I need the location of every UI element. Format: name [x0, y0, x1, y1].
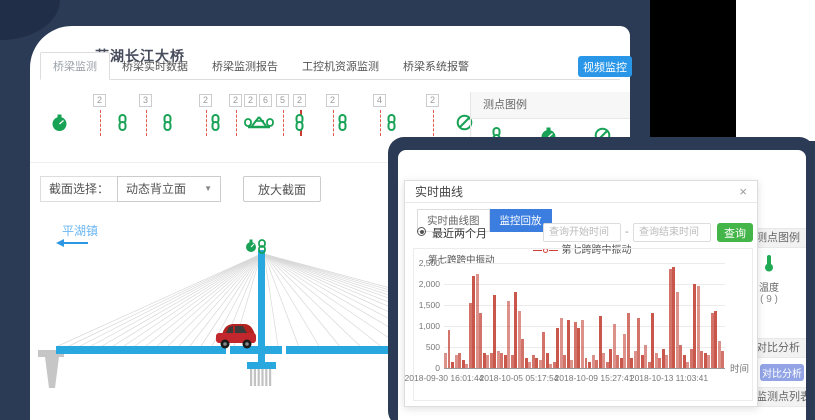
y-axis-tick: 0 [414, 363, 440, 373]
sensor-count-badge: 4 [373, 94, 386, 107]
chart-container: 第七跨跨中振动 2,5002,0001,5001,0005000 2018-09… [413, 248, 753, 401]
gauge-icon [51, 114, 68, 137]
main-tab[interactable]: 桥梁系统报警 [391, 53, 481, 79]
expansion-joint-icon [244, 114, 274, 136]
temperature-count: ( 9 ) [756, 294, 782, 305]
gridline [444, 326, 725, 327]
dialog-header: 实时曲线 × [405, 181, 757, 203]
gridline [444, 347, 725, 348]
main-tab[interactable]: 桥梁监测报告 [200, 53, 290, 79]
bridge-left-pier [38, 350, 64, 388]
sensor-count-badge: 2 [93, 94, 106, 107]
bridge-pylon-footing [247, 362, 276, 386]
background-black-area [650, 0, 736, 141]
y-axis-tick: 2,500 [414, 258, 440, 268]
close-icon[interactable]: × [739, 185, 747, 198]
recent-two-months-radio[interactable] [417, 227, 426, 236]
enlarge-section-button[interactable]: 放大截面 [243, 176, 321, 202]
chart-x-axis-label: 时间 [730, 361, 749, 375]
thermometer-icon [763, 254, 775, 272]
video-monitor-button[interactable]: 视频监控 [578, 56, 632, 77]
sensor-dashed-line [283, 110, 284, 136]
chain-link-icon [336, 114, 349, 136]
point-legend-title: 测点图例 [471, 92, 630, 119]
query-button[interactable]: 查询 [717, 223, 753, 242]
realtime-curve-dialog: 实时曲线 × 实时曲线图监控回放 最近两个月 - 查询 第七跨跨中振动 第七跨跨… [404, 180, 758, 407]
sensor-count-badge: 3 [139, 94, 152, 107]
main-tab[interactable]: 桥梁实时数据 [110, 53, 200, 79]
sensor-count-badge: 2 [326, 94, 339, 107]
compare-analysis-button[interactable]: 对比分析 [760, 364, 804, 381]
sensor-dashed-line [333, 110, 334, 136]
range-separator: - [625, 226, 629, 238]
chain-link-icon [161, 114, 174, 136]
temperature-label: 温度 [756, 279, 782, 294]
main-tab[interactable]: 工控机资源监测 [290, 53, 391, 79]
y-axis-tick: 1,000 [414, 321, 440, 331]
main-tabs: 桥梁监测桥梁实时数据桥梁监测报告工控机资源监测桥梁系统报警 [40, 56, 620, 80]
sensor-count-badge: 2 [199, 94, 212, 107]
chart-bar [721, 351, 724, 368]
sensor-count-badge: 6 [259, 94, 272, 107]
chain-link-icon [293, 114, 306, 136]
sensor-count-badge: 5 [276, 94, 289, 107]
query-start-time-input[interactable] [543, 223, 621, 242]
y-axis-tick: 2,000 [414, 279, 440, 289]
sensor-count-badge: 2 [426, 94, 439, 107]
sensor-dashed-line [146, 110, 147, 136]
section-select-label: 截面选择： [40, 176, 117, 202]
query-controls: 最近两个月 - 查询 [417, 223, 747, 243]
x-axis-tick: 2018-09-30 16:01:44 [405, 373, 484, 383]
sensor-count-badge: 2 [293, 94, 306, 107]
chain-link-icon [116, 114, 129, 136]
chain-link-icon [209, 114, 222, 136]
sensor-count-badge: 2 [229, 94, 242, 107]
gridline [444, 263, 725, 264]
y-axis-tick: 1,500 [414, 300, 440, 310]
sensor-count-badge: 2 [244, 94, 257, 107]
query-end-time-input[interactable] [633, 223, 711, 242]
deck-joint [282, 346, 286, 354]
bridge-side-label: 平湖镇 [62, 222, 98, 239]
chevron-down-icon: ▼ [204, 177, 212, 201]
background-window-fragment [735, 0, 815, 141]
sensor-dashed-line [380, 110, 381, 136]
main-tab[interactable]: 桥梁监测 [40, 52, 110, 80]
chain-link-icon [385, 114, 398, 136]
section-select-value: 动态背立面 [126, 177, 186, 201]
sensor-dashed-line [100, 110, 101, 136]
gridline [444, 305, 725, 306]
x-axis-tick: 2018-10-09 15:27:41 [555, 373, 634, 383]
sidebar-temperature-item[interactable]: 温度 ( 9 ) [756, 254, 782, 305]
recent-two-months-label: 最近两个月 [432, 225, 487, 241]
section-select-dropdown[interactable]: 动态背立面 ▼ [117, 176, 221, 202]
y-axis-tick: 500 [414, 342, 440, 352]
x-axis-tick: 2018-10-05 05:17:54 [480, 373, 559, 383]
sensor-dashed-line [433, 110, 434, 136]
sensor-dashed-line [236, 110, 237, 136]
chart-plot-area[interactable]: 2,5002,0001,5001,0005000 [444, 263, 725, 369]
x-axis-tick: 2018-10-13 11:03:41 [630, 373, 708, 383]
dialog-title: 实时曲线 [415, 183, 463, 200]
gridline [444, 284, 725, 285]
sensor-dashed-line [206, 110, 207, 136]
section-select-row: 截面选择： 动态背立面 ▼ 放大截面 [40, 176, 321, 202]
